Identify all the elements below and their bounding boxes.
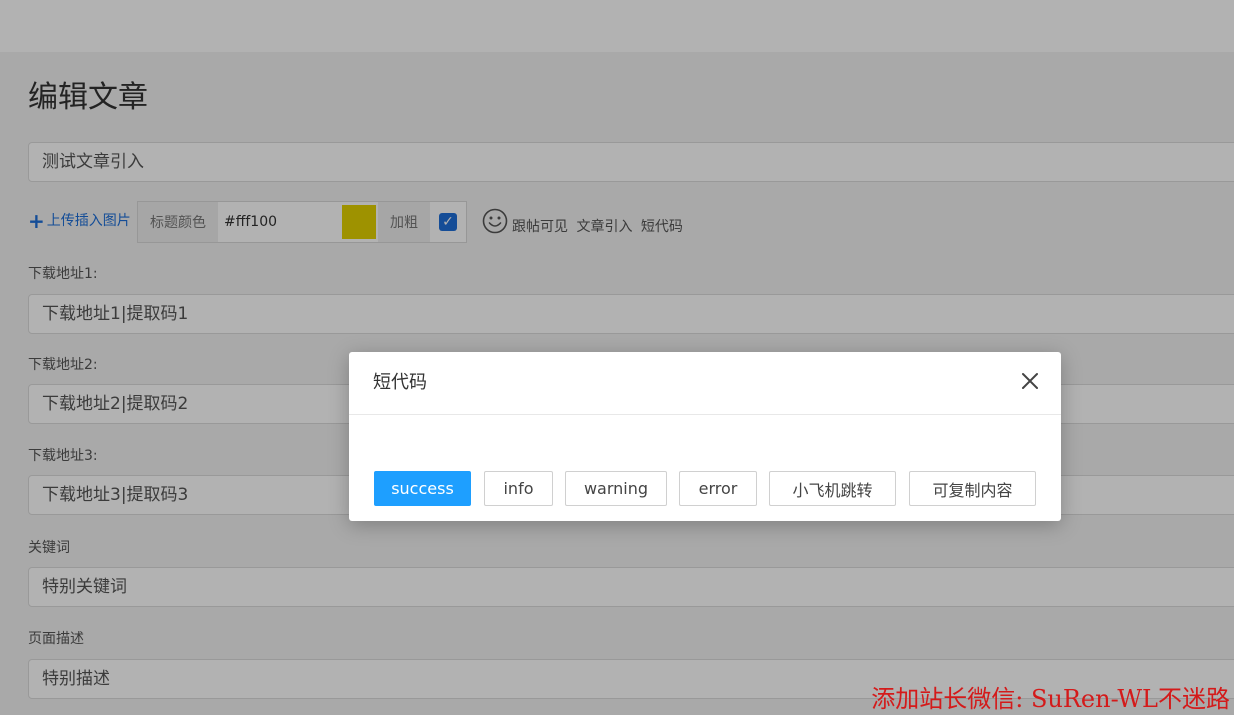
watermark: 添加站长微信: SuRen-WL不迷路 — [871, 685, 1230, 713]
shortcode-copyable-content-button[interactable]: 可复制内容 — [909, 471, 1036, 506]
close-icon[interactable] — [1021, 372, 1039, 390]
shortcode-error-button[interactable]: error — [679, 471, 757, 506]
modal-header: 短代码 — [349, 352, 1061, 415]
shortcode-modal: 短代码 success info warning error 小飞机跳转 可复制… — [349, 352, 1061, 521]
shortcode-info-button[interactable]: info — [484, 471, 553, 506]
shortcode-success-button[interactable]: success — [374, 471, 471, 506]
modal-title: 短代码 — [373, 372, 427, 393]
shortcode-warning-button[interactable]: warning — [565, 471, 667, 506]
shortcode-plane-jump-button[interactable]: 小飞机跳转 — [769, 471, 896, 506]
